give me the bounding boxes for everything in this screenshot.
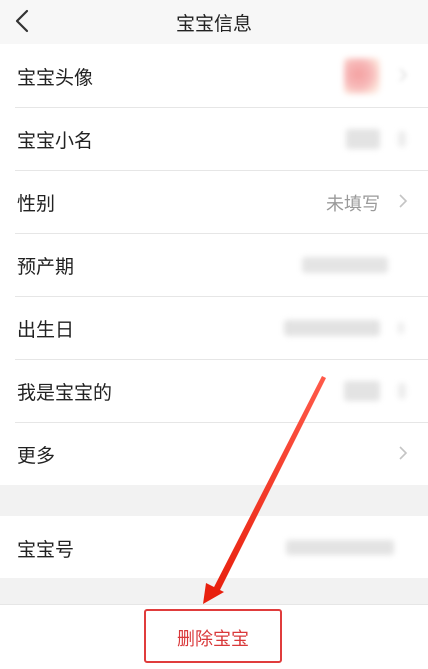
arrow-head	[203, 583, 224, 604]
blurred-value	[286, 540, 394, 555]
row-gender[interactable]: 性别 未填写	[0, 170, 428, 233]
blurred-value	[344, 381, 380, 401]
row-baby-nickname[interactable]: 宝宝小名	[0, 107, 428, 170]
baby-info-list: 宝宝头像 宝宝小名 性别 未填写 预产期 出生日 我是宝宝的 更多	[0, 44, 428, 485]
row-baby-avatar[interactable]: 宝宝头像	[0, 44, 428, 107]
gender-value: 未填写	[326, 194, 380, 215]
chevron-right-icon	[399, 446, 408, 460]
navigation-bar: 宝宝信息	[0, 0, 428, 44]
blurred-chevron	[398, 383, 406, 399]
page-title: 宝宝信息	[175, 13, 252, 35]
row-label: 宝宝头像	[17, 67, 94, 89]
row-more[interactable]: 更多	[0, 422, 428, 485]
row-due-date[interactable]: 预产期	[0, 233, 428, 296]
blurred-value	[302, 257, 388, 273]
row-label: 宝宝号	[17, 539, 75, 561]
delete-section: 删除宝宝	[0, 604, 428, 669]
chevron-right-icon	[399, 68, 408, 82]
delete-baby-label: 删除宝宝	[177, 629, 249, 650]
row-label: 性别	[17, 193, 56, 215]
row-label: 预产期	[17, 256, 75, 278]
baby-id-section: 宝宝号	[0, 516, 428, 578]
row-relationship[interactable]: 我是宝宝的	[0, 359, 428, 422]
blurred-chevron	[398, 322, 404, 334]
blurred-value	[284, 320, 380, 336]
blurred-value	[346, 129, 380, 149]
blurred-chevron	[398, 131, 406, 147]
row-label: 出生日	[17, 319, 75, 341]
avatar	[344, 58, 380, 94]
row-label: 我是宝宝的	[17, 382, 113, 404]
row-label: 更多	[17, 445, 56, 467]
section-divider	[0, 488, 428, 516]
baby-info-page: 宝宝信息 宝宝头像 宝宝小名 性别 未填写 预产期 出生日 我是宝宝的 更多 宝…	[0, 0, 428, 669]
row-birth-date[interactable]: 出生日	[0, 296, 428, 359]
chevron-right-icon	[399, 194, 408, 208]
delete-baby-button[interactable]: 删除宝宝	[144, 609, 282, 663]
row-baby-id[interactable]: 宝宝号	[0, 516, 428, 578]
row-label: 宝宝小名	[17, 130, 94, 152]
